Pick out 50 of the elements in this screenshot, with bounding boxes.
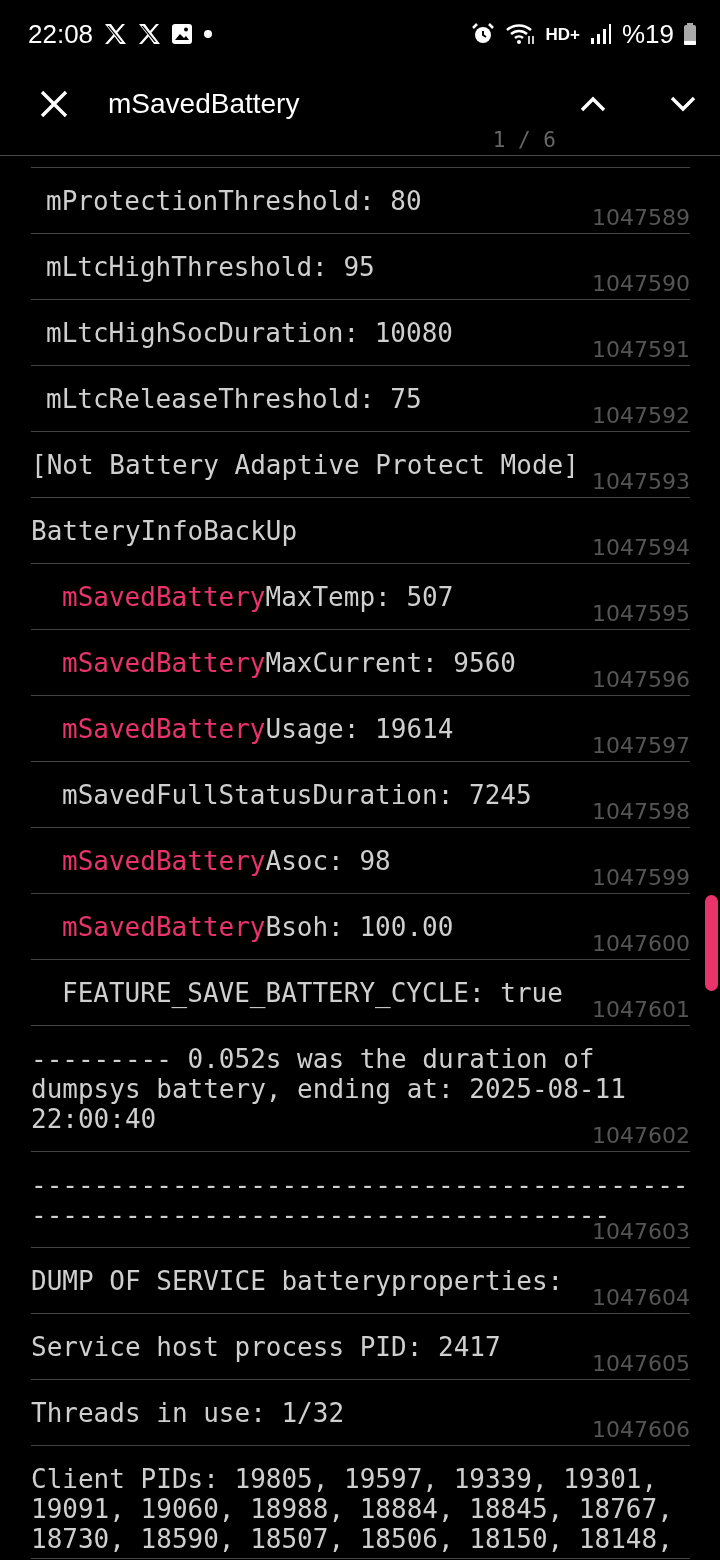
log-line: mSavedBatteryBsoh: 100.00 xyxy=(61,912,455,942)
line-number: 1047594 xyxy=(592,535,690,560)
alarm-icon xyxy=(471,22,496,46)
log-line: mLtcReleaseThreshold: 75 xyxy=(45,384,423,414)
wifi-icon xyxy=(505,22,536,46)
line-number: 1047604 xyxy=(592,1285,690,1310)
x-logo-icon xyxy=(137,22,162,46)
image-icon xyxy=(171,23,194,45)
log-line: BatteryInfoBackUp xyxy=(31,516,299,546)
line-number: 1047596 xyxy=(592,667,690,692)
log-line: Client PIDs: 19805, 19597, 19339, 19301, 19091, 19060, 18988, 18884, 18845, 18767, 18730, 18590, 18507, 18506, 18150, 18148, xyxy=(31,1464,674,1554)
battery-icon xyxy=(684,23,696,45)
log-line: mSavedBatteryUsage: 19614 xyxy=(61,714,455,744)
chevron-up-icon xyxy=(580,96,606,112)
line-number: 1047601 xyxy=(592,997,690,1022)
search-field[interactable]: mSavedBattery xyxy=(108,88,540,120)
line-number: 1047591 xyxy=(592,337,690,362)
line-number: 1047597 xyxy=(592,733,690,758)
line-number: 1047606 xyxy=(592,1417,690,1442)
match-counter: 1 / 6 xyxy=(492,130,556,152)
battery-percent: %19 xyxy=(621,21,674,47)
log-line: Threads in use: 1/32 xyxy=(31,1398,346,1428)
log-line: mLtcHighSocDuration: 10080 xyxy=(45,318,454,348)
line-number: 1047592 xyxy=(592,403,690,428)
chevron-down-icon xyxy=(670,96,696,112)
close-icon xyxy=(40,90,68,118)
line-number: 1047589 xyxy=(592,205,690,230)
scrollbar-thumb[interactable] xyxy=(705,895,718,991)
line-number: 1047593 xyxy=(592,469,690,494)
line-number: 1047605 xyxy=(592,1351,690,1376)
log-line: Service host process PID: 2417 xyxy=(31,1332,502,1362)
x-logo-icon xyxy=(103,22,128,46)
log-line: mProtectionThreshold: 80 xyxy=(45,186,423,216)
signal-icon xyxy=(589,23,612,45)
log-line: DUMP OF SERVICE batteryproperties: xyxy=(31,1266,565,1296)
log-line: mLtcHighThreshold: 95 xyxy=(45,252,376,282)
line-number: 1047599 xyxy=(592,865,690,890)
log-line: FEATURE_SAVE_BATTERY_CYCLE: true xyxy=(61,978,564,1008)
log-line: [Not Battery Adaptive Protect Mode] xyxy=(31,450,580,480)
line-number: 1047595 xyxy=(592,601,690,626)
log-line: mSavedBatteryMaxTemp: 507 xyxy=(61,582,455,612)
log-line: mSavedBatteryMaxCurrent: 9560 xyxy=(61,648,517,678)
clock-time: 22:08 xyxy=(28,21,94,47)
dot-icon xyxy=(203,29,214,39)
line-number: 1047590 xyxy=(592,271,690,296)
line-number: 1047598 xyxy=(592,799,690,824)
line-number: 1047600 xyxy=(592,931,690,956)
log-line: mSavedFullStatusDuration: 7245 xyxy=(61,780,533,810)
network-label: HD+ xyxy=(545,25,580,43)
log-line: mSavedBatteryAsoc: 98 xyxy=(61,846,392,876)
